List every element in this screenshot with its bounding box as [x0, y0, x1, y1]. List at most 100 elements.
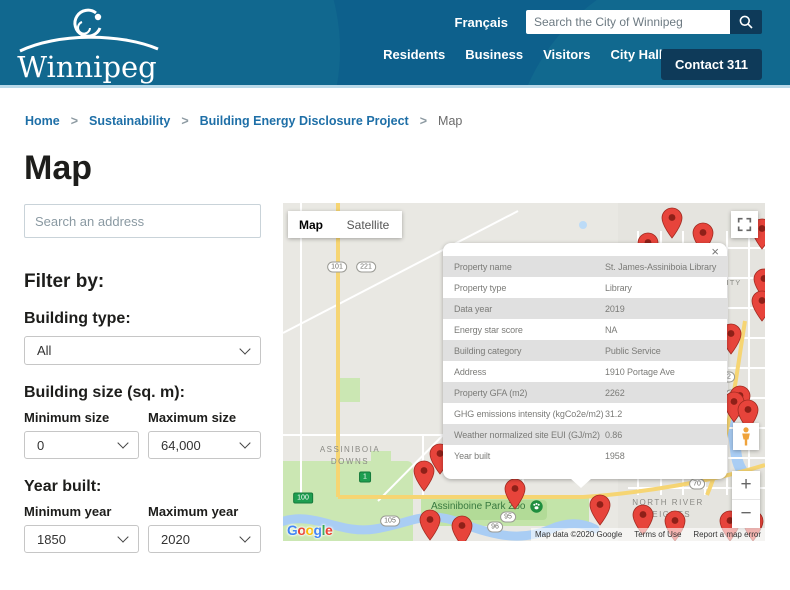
terms-of-use-link[interactable]: Terms of Use: [634, 530, 681, 539]
breadcrumb-separator: >: [71, 114, 78, 128]
min-size-value: 0: [37, 438, 44, 453]
map-type-control: Map Satellite: [288, 211, 402, 238]
map-pin-icon[interactable]: [505, 479, 525, 509]
property-row-label: Building category: [454, 346, 521, 356]
max-year-value: 2020: [161, 532, 190, 547]
property-row-label: Weather normalized site EUI (GJ/m2): [454, 430, 600, 440]
filter-sidebar: Filter by: Building type: All Building s…: [24, 204, 261, 553]
zoom-control: + −: [732, 471, 760, 528]
property-row-label: Property name: [454, 262, 512, 272]
min-year-label: Minimum year: [24, 504, 139, 519]
site-search: [526, 10, 762, 34]
site-search-button[interactable]: [730, 10, 762, 34]
map-pin-icon[interactable]: [590, 495, 610, 525]
breadcrumb-item: Home >: [25, 114, 89, 128]
map-pin-icon[interactable]: [662, 208, 682, 238]
fullscreen-icon: [737, 217, 752, 232]
min-year-value: 1850: [37, 532, 66, 547]
property-row-value: NA: [605, 325, 617, 335]
search-icon: [738, 14, 754, 30]
breadcrumb: Home > Sustainability > Building Energy …: [25, 114, 462, 128]
property-row-label: Property type: [454, 283, 506, 293]
google-logo-letter: G: [287, 522, 297, 538]
map-pin-icon[interactable]: [452, 516, 472, 541]
max-size-label: Maximum size: [148, 410, 261, 425]
max-year-label: Maximum year: [148, 504, 261, 519]
header-topbar: Français: [455, 10, 762, 34]
property-table-row: Year built 1958: [443, 445, 727, 466]
property-table-row: Property name St. James-Assiniboia Libra…: [443, 256, 727, 277]
nav-item[interactable]: Visitors: [543, 47, 590, 62]
map-pin-icon[interactable]: [752, 291, 765, 321]
nav-item[interactable]: City Hall: [611, 47, 663, 62]
property-table-row: Building category Public Service: [443, 340, 727, 361]
nav-item[interactable]: Residents: [383, 47, 445, 62]
site-search-input[interactable]: [526, 10, 730, 34]
breadcrumb-link[interactable]: Building Energy Disclosure Project: [200, 114, 409, 128]
property-row-value: Library: [605, 283, 632, 293]
popup-pointer: [570, 478, 592, 488]
google-logo-letter: o: [305, 522, 313, 538]
property-row-label: Property GFA (m2): [454, 388, 527, 398]
map-attribution: Map data ©2020 Google Terms of Use Repor…: [531, 528, 765, 541]
svg-text:Winnipeg: Winnipeg: [17, 50, 157, 84]
breadcrumb-item: Building Energy Disclosure Project >: [200, 114, 438, 128]
map-canvas[interactable]: ASSINIBOIA DOWNS Assiniboine Park Zoo NO…: [283, 203, 765, 541]
property-row-value: Public Service: [605, 346, 661, 356]
google-logo[interactable]: Google: [287, 522, 332, 538]
breadcrumb-link[interactable]: Map: [438, 114, 462, 128]
map-type-map-button[interactable]: Map: [288, 211, 334, 238]
map-type-satellite-button[interactable]: Satellite: [334, 211, 402, 238]
fullscreen-button[interactable]: [731, 211, 758, 238]
winnipeg-logo[interactable]: Winnipeg: [12, 4, 162, 84]
breadcrumb-link[interactable]: Home: [25, 114, 60, 128]
zoom-in-button[interactable]: +: [732, 471, 760, 500]
zoom-out-button[interactable]: −: [732, 500, 760, 528]
property-row-value: 2262: [605, 388, 625, 398]
property-row-value: 1910 Portage Ave: [605, 367, 675, 377]
property-row-value: 1958: [605, 451, 625, 461]
property-row-value: St. James-Assiniboia Library: [605, 262, 716, 272]
map-data-attribution: Map data ©2020 Google: [535, 530, 622, 539]
property-table-row: Energy star score NA: [443, 319, 727, 340]
breadcrumb-separator: >: [420, 114, 427, 128]
site-header: Winnipeg Français Residents Business Visit…: [0, 0, 790, 88]
min-year-select[interactable]: 1850: [24, 525, 139, 553]
breadcrumb-item: Sustainability >: [89, 114, 200, 128]
property-table-row: Weather normalized site EUI (GJ/m2) 0.86: [443, 424, 727, 445]
property-row-label: GHG emissions intensity (kgCo2e/m2): [454, 409, 604, 419]
property-row-label: Energy star score: [454, 325, 523, 335]
year-built-heading: Year built:: [24, 478, 261, 496]
property-table-row: Data year 2019: [443, 298, 727, 319]
max-size-select[interactable]: 64,000: [148, 431, 261, 459]
property-table-row: Property type Library: [443, 277, 727, 298]
property-row-label: Data year: [454, 304, 492, 314]
street-view-pegman-button[interactable]: [733, 423, 759, 450]
google-logo-letter: e: [325, 522, 332, 538]
property-row-label: Year built: [454, 451, 490, 461]
map-pin-icon[interactable]: [420, 510, 440, 540]
pegman-icon: [740, 427, 752, 446]
max-year-select[interactable]: 2020: [148, 525, 261, 553]
contact-311-button[interactable]: Contact 311: [661, 49, 762, 80]
report-map-error-link[interactable]: Report a map error: [693, 530, 761, 539]
page-title: Map: [24, 149, 92, 188]
property-table-row: Property GFA (m2) 2262: [443, 382, 727, 403]
building-type-select[interactable]: All: [24, 336, 261, 365]
property-row-label: Address: [454, 367, 486, 377]
building-size-heading: Building size (sq. m):: [24, 384, 261, 402]
property-row-value: 31.2: [605, 409, 622, 419]
google-logo-letter: g: [314, 522, 322, 538]
nav-item[interactable]: Business: [465, 47, 523, 62]
building-type-value: All: [37, 343, 51, 358]
building-type-heading: Building type:: [24, 310, 261, 328]
map-pin-icon[interactable]: [414, 461, 434, 491]
property-table-row: Address 1910 Portage Ave: [443, 361, 727, 382]
breadcrumb-link[interactable]: Sustainability: [89, 114, 170, 128]
language-link[interactable]: Français: [455, 15, 508, 30]
property-row-value: 0.86: [605, 430, 622, 440]
address-search-input[interactable]: [24, 204, 261, 238]
breadcrumb-separator: >: [181, 114, 188, 128]
min-size-select[interactable]: 0: [24, 431, 139, 459]
filter-by-heading: Filter by:: [24, 271, 261, 293]
